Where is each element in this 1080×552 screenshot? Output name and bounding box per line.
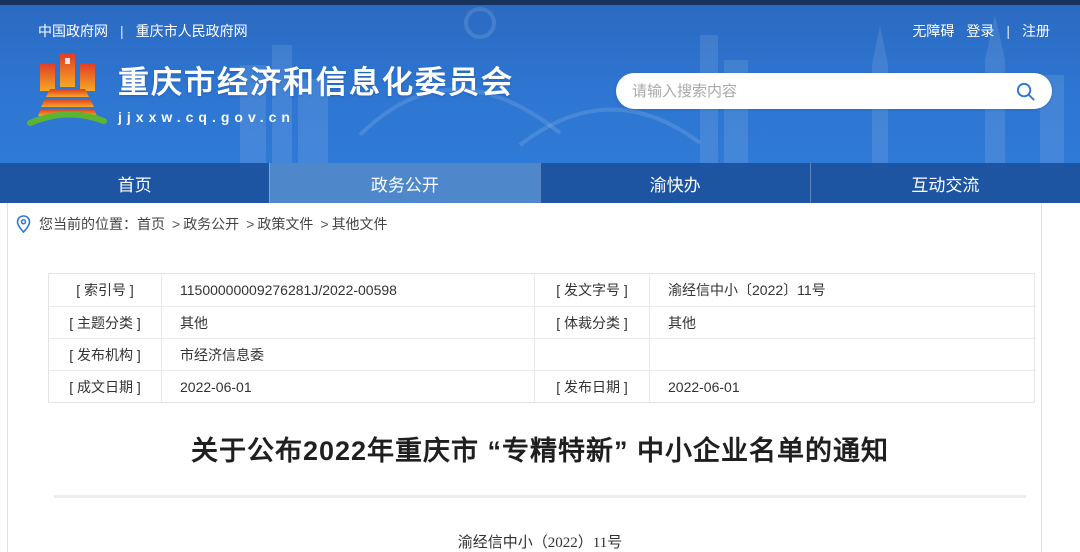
link-china-gov[interactable]: 中国政府网 (38, 21, 108, 41)
breadcrumb-separator: > (172, 216, 180, 232)
nav-tab-yukuaiban[interactable]: 渝快办 (540, 163, 810, 203)
article-title: 关于公布2022年重庆市 “专精特新” 中小企业名单的通知 (0, 429, 1080, 468)
accessibility-link[interactable]: 无障碍 (912, 21, 954, 41)
meta-value: 11500000009276281J/2022-00598 (161, 274, 534, 306)
doc-meta-table: [ 索引号 ] 11500000009276281J/2022-00598 [ … (48, 273, 1035, 403)
main-nav: 首页 政务公开 渝快办 互动交流 (0, 163, 1080, 203)
page-edge-line (1041, 203, 1042, 552)
meta-value: 2022-06-01 (649, 370, 1036, 402)
page-content: 您当前的位置： 首页 > 政务公开 > 政策文件 > 其他文件 [ 索引号 ] … (0, 203, 1080, 552)
meta-value: 其他 (649, 306, 1036, 338)
meta-label: [ 发文字号 ] (534, 274, 649, 306)
top-bar-separator: | (1006, 23, 1010, 39)
breadcrumb-separator: > (320, 216, 328, 232)
site-logo-icon (26, 49, 108, 133)
breadcrumb-item-home[interactable]: 首页 (137, 214, 165, 234)
meta-value: 其他 (161, 306, 534, 338)
nav-tab-label: 政务公开 (371, 171, 439, 196)
nav-tab-gov-affairs[interactable]: 政务公开 (269, 163, 539, 203)
nav-tab-label: 首页 (118, 171, 152, 196)
meta-label (534, 338, 649, 370)
breadcrumb: 您当前的位置： 首页 > 政务公开 > 政策文件 > 其他文件 (0, 203, 1080, 245)
meta-label: [ 发布日期 ] (534, 370, 649, 402)
nav-tab-home[interactable]: 首页 (0, 163, 269, 203)
login-link[interactable]: 登录 (966, 21, 994, 41)
nav-tab-label: 渝快办 (650, 171, 701, 196)
meta-value: 2022-06-01 (161, 370, 534, 402)
meta-label: [ 体裁分类 ] (534, 306, 649, 338)
meta-label: [ 主题分类 ] (49, 306, 161, 338)
meta-label: [ 索引号 ] (49, 274, 161, 306)
search-box (616, 73, 1052, 109)
nav-tab-interaction[interactable]: 互动交流 (810, 163, 1080, 203)
breadcrumb-item-gov-affairs[interactable]: 政务公开 (183, 214, 239, 234)
page-edge-line (7, 203, 8, 552)
meta-value (649, 338, 1036, 370)
location-pin-icon (16, 215, 31, 233)
site-header: 中国政府网 | 重庆市人民政府网 无障碍 登录 | 注册 (0, 5, 1080, 163)
meta-label: [ 发布机构 ] (49, 338, 161, 370)
link-chongqing-gov[interactable]: 重庆市人民政府网 (136, 21, 248, 41)
search-icon[interactable] (1015, 81, 1036, 102)
title-divider (54, 495, 1026, 498)
breadcrumb-separator: > (246, 216, 254, 232)
top-bar-separator: | (120, 23, 124, 39)
site-title: 重庆市经济和信息化委员会 (118, 57, 514, 102)
top-bar: 中国政府网 | 重庆市人民政府网 无障碍 登录 | 注册 (0, 5, 1080, 41)
breadcrumb-item-policy-files[interactable]: 政策文件 (257, 214, 313, 234)
search-input[interactable] (632, 83, 1015, 100)
nav-tab-label: 互动交流 (911, 171, 979, 196)
site-url: jjxxw.cq.gov.cn (118, 109, 514, 125)
breadcrumb-item-other-files[interactable]: 其他文件 (332, 214, 388, 234)
article-doc-number: 渝经信中小（2022）11号 (0, 531, 1080, 552)
breadcrumb-prefix: 您当前的位置： (39, 214, 137, 234)
meta-value: 市经济信息委 (161, 338, 534, 370)
meta-value: 渝经信中小〔2022〕11号 (649, 274, 1036, 306)
register-link[interactable]: 注册 (1022, 21, 1050, 41)
meta-label: [ 成文日期 ] (49, 370, 161, 402)
